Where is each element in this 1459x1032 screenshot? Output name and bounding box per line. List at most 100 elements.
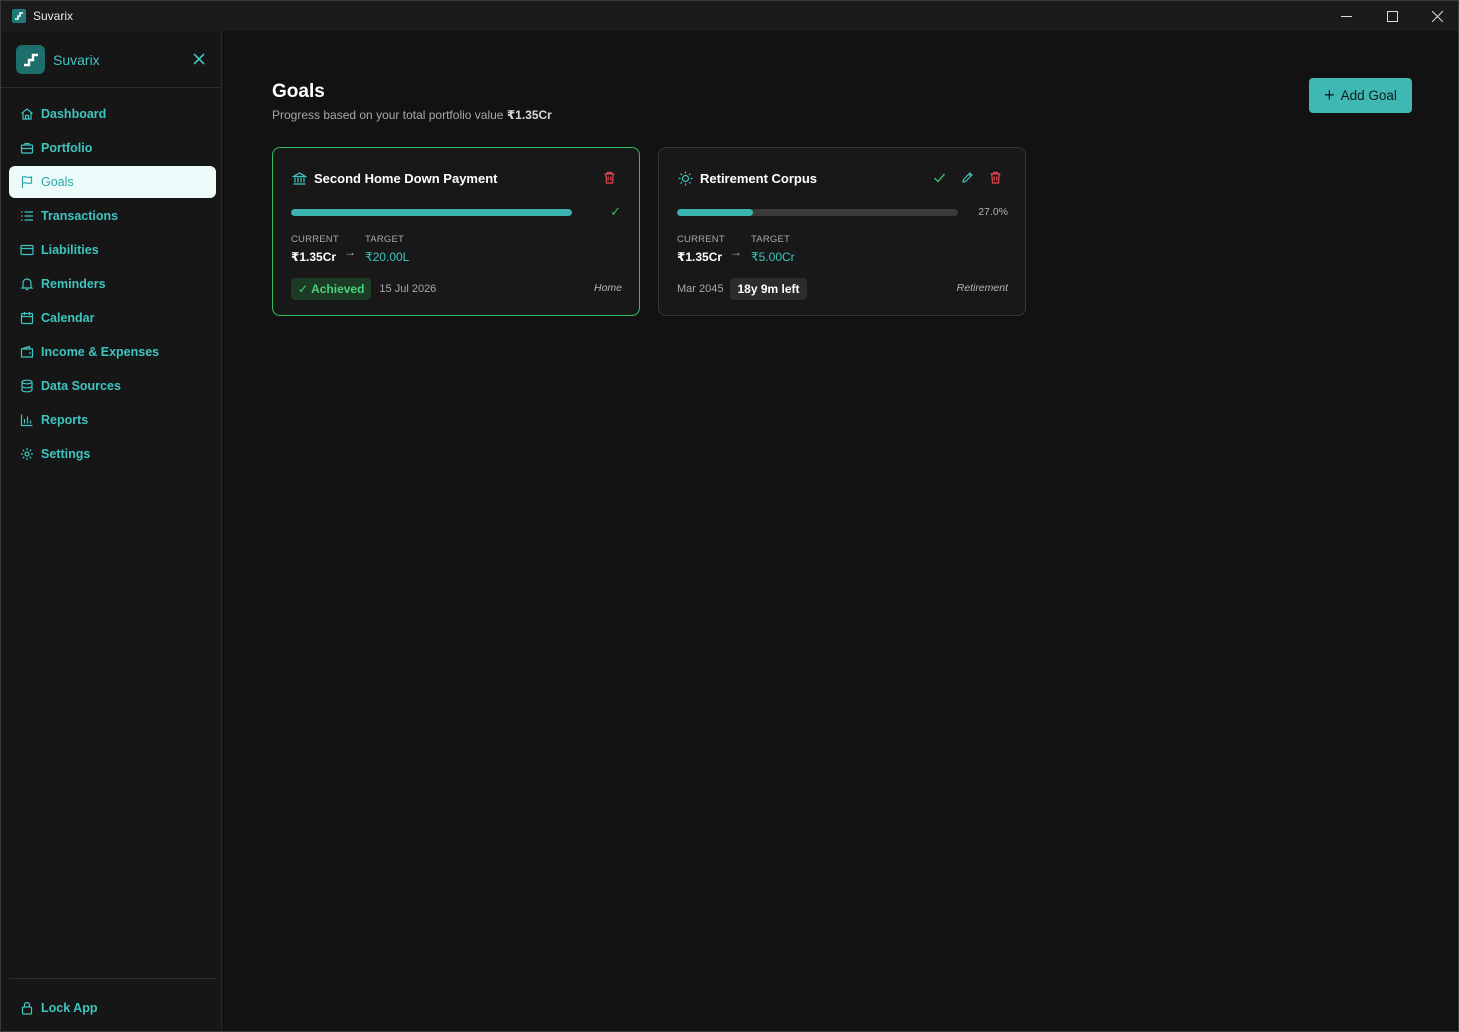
goal-card[interactable]: Second Home Down Payment ✓ CURRENT ₹1.35… <box>272 147 640 316</box>
calendar-icon <box>20 311 34 325</box>
app-window: Suvarix Suvarix Dashboard Portfolio Goal… <box>0 0 1459 1032</box>
goal-footer: ✓ Achieved 15 Jul 2026 <box>291 278 436 300</box>
database-icon <box>20 379 34 393</box>
list-icon <box>20 209 34 223</box>
lock-app-button[interactable]: Lock App <box>9 992 216 1024</box>
current-label: CURRENT <box>677 234 725 245</box>
current-value: ₹1.35Cr <box>291 250 337 264</box>
lock-app-label: Lock App <box>41 1001 98 1015</box>
sidebar-item-label: Liabilities <box>41 243 99 257</box>
goal-header: Retirement Corpus <box>677 170 817 186</box>
wallet-icon <box>20 345 34 359</box>
title-bar: Suvarix <box>1 1 1458 31</box>
goal-name: Retirement Corpus <box>700 170 818 186</box>
current-value: ₹1.35Cr <box>677 250 723 264</box>
delete-icon[interactable] <box>601 169 617 185</box>
sidebar-item-reminders[interactable]: Reminders <box>9 268 216 300</box>
sidebar-item-label: Goals <box>41 175 74 189</box>
goal-footer: Mar 2045 18y 9m left <box>677 278 807 300</box>
arrow-right-icon: → <box>730 245 742 259</box>
sidebar-item-label: Calendar <box>41 311 95 325</box>
bar-chart-icon <box>20 413 34 427</box>
close-sidebar-icon[interactable] <box>191 51 207 67</box>
progress-percent: 27.0% <box>978 206 1008 218</box>
target-value: ₹20.00L <box>365 250 410 264</box>
sidebar-item-label: Dashboard <box>41 107 107 121</box>
arrow-right-icon: → <box>344 245 356 259</box>
sidebar-item-portfolio[interactable]: Portfolio <box>9 132 216 164</box>
achieved-badge: ✓ Achieved <box>291 278 372 300</box>
close-window-button[interactable] <box>1414 1 1459 31</box>
sidebar-item-label: Reports <box>41 413 89 427</box>
lock-icon <box>20 1001 34 1015</box>
sidebar-item-label: Settings <box>41 447 91 461</box>
add-goal-label: Add Goal <box>1340 88 1397 103</box>
gear-icon <box>20 447 34 461</box>
window-title: Suvarix <box>33 9 74 23</box>
flag-icon <box>20 175 34 189</box>
sidebar-item-income-expenses[interactable]: Income & Expenses <box>9 336 216 368</box>
goal-date: Mar 2045 <box>677 283 724 295</box>
sidebar-item-reports[interactable]: Reports <box>9 404 216 436</box>
sidebar-item-liabilities[interactable]: Liabilities <box>9 234 216 266</box>
target-label: TARGET <box>751 234 791 245</box>
current-label: CURRENT <box>291 234 339 245</box>
briefcase-icon <box>20 141 34 155</box>
sidebar-item-settings[interactable]: Settings <box>9 438 216 470</box>
goal-name: Second Home Down Payment <box>314 170 498 186</box>
page-subtitle: Progress based on your total portfolio v… <box>272 108 552 122</box>
goal-category: Retirement <box>956 282 1008 294</box>
current-amount: CURRENT ₹1.35Cr <box>677 234 725 264</box>
goal-actions <box>931 169 1003 185</box>
target-amount: TARGET ₹5.00Cr <box>751 234 795 264</box>
sidebar-item-label: Portfolio <box>41 141 93 155</box>
goal-actions <box>601 169 617 185</box>
sidebar-item-calendar[interactable]: Calendar <box>9 302 216 334</box>
sidebar-item-dashboard[interactable]: Dashboard <box>9 98 216 130</box>
goal-card[interactable]: Retirement Corpus 27.0% CURRENT ₹1.35Cr … <box>658 147 1026 316</box>
progress-check-icon: ✓ <box>610 204 621 219</box>
home-icon <box>20 107 34 121</box>
credit-card-icon <box>20 243 34 257</box>
sidebar-item-label: Income & Expenses <box>41 345 160 359</box>
goal-date: 15 Jul 2026 <box>379 283 437 295</box>
subtitle-text: Progress based on your total portfolio v… <box>272 108 507 122</box>
mark-complete-icon[interactable] <box>931 169 947 185</box>
target-label: TARGET <box>365 234 405 245</box>
edit-icon[interactable] <box>959 169 975 185</box>
sidebar-nav: Dashboard Portfolio Goals Transactions L… <box>9 98 216 472</box>
sidebar: Suvarix Dashboard Portfolio Goals Transa… <box>1 31 222 1031</box>
goal-progress-bar <box>291 209 572 216</box>
sidebar-item-data-sources[interactable]: Data Sources <box>9 370 216 402</box>
target-value: ₹5.00Cr <box>751 250 795 264</box>
plus-icon: + <box>1324 84 1335 105</box>
delete-icon[interactable] <box>987 169 1003 185</box>
sidebar-item-label: Data Sources <box>41 379 121 393</box>
goal-progress-fill <box>677 209 753 216</box>
brand-name: Suvarix <box>53 52 100 68</box>
sidebar-item-label: Transactions <box>41 209 119 223</box>
goal-category: Home <box>593 282 622 294</box>
status-label: Achieved <box>311 282 365 296</box>
sidebar-item-label: Reminders <box>41 277 106 291</box>
app-logo-icon <box>12 9 26 23</box>
sidebar-divider <box>9 978 216 979</box>
page-title: Goals <box>272 81 325 102</box>
goal-progress-bar <box>677 209 958 216</box>
sidebar-item-goals[interactable]: Goals <box>9 166 216 198</box>
sidebar-item-transactions[interactable]: Transactions <box>9 200 216 232</box>
time-left-badge: 18y 9m left <box>730 278 807 300</box>
bell-icon <box>20 277 34 291</box>
brand-logo-icon <box>16 45 45 74</box>
target-amount: TARGET ₹20.00L <box>365 234 409 264</box>
portfolio-value: ₹1.35Cr <box>506 108 552 122</box>
goal-header: Second Home Down Payment <box>291 170 497 186</box>
add-goal-button[interactable]: + Add Goal <box>1309 78 1412 113</box>
current-amount: CURRENT ₹1.35Cr <box>291 234 339 264</box>
check-icon: ✓ <box>298 282 309 296</box>
goal-progress-fill <box>291 209 572 216</box>
maximize-button[interactable] <box>1369 1 1415 31</box>
minimize-button[interactable] <box>1323 1 1369 31</box>
bank-icon <box>291 170 307 186</box>
sidebar-brand: Suvarix <box>1 31 221 88</box>
